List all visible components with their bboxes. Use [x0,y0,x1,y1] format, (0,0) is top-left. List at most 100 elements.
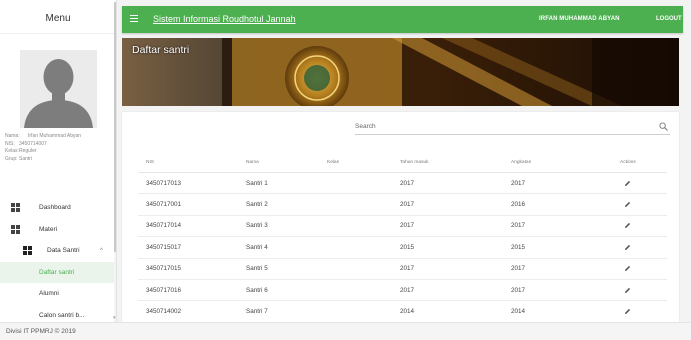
column-header-nis[interactable]: NIS [146,160,154,165]
cell-nama: Santri 7 [246,308,268,316]
user-info-label: Kelas: [5,148,19,154]
edit-button[interactable] [620,308,631,315]
sidebar-item-alumni[interactable]: Alumni [0,283,116,305]
edit-button[interactable] [620,180,631,187]
sidebar-item-daftar-santri[interactable]: Daftar santri [0,261,116,283]
menu-icon[interactable] [130,15,138,22]
cell-tahun-masuk: 2015 [400,243,415,251]
edit-button[interactable] [620,244,631,251]
sidebar-item-dashboard[interactable]: Dashboard [0,197,116,219]
table-row: 3450717016 Santri 6 2017 2017 [138,280,667,302]
search-icon[interactable] [659,122,668,131]
user-info-kelas-row: Kelas: Reguler [5,148,113,156]
table-row: 3450717013 Santri 1 2017 2017 [138,173,667,195]
cell-tahun-masuk: 2017 [400,286,415,294]
user-info-label: Nama: [5,133,20,139]
data-santri-icon [23,246,32,255]
user-name-button[interactable]: IRFAN MUHAMMAD ABYAN [539,16,620,22]
sidebar-item-label: Data Santri [47,247,80,255]
column-header-nama[interactable]: Nama [246,160,259,165]
footer: Divisi IT PPMRJ © 2019 [0,322,691,340]
sidebar-item-label: Alumni [39,290,59,298]
user-info-name-row: Nama: Irfan Muhammad Abyan [5,133,113,141]
column-header-tahun-masuk[interactable]: Tahun masuk [400,160,429,165]
user-info: Nama: Irfan Muhammad Abyan NIS: 34507140… [5,133,113,163]
sidebar-scrollbar-thumb[interactable] [114,2,116,252]
sidebar-scrollbar[interactable] [114,2,116,322]
search-field[interactable]: Search [355,121,670,135]
user-info-grup-row: Grup: Santri [5,156,113,164]
user-info-label: NIS: [5,140,15,147]
chevron-up-icon: ^ [100,247,103,254]
cell-tahun-masuk: 2017 [400,201,415,209]
sidebar-item-materi[interactable]: Materi [0,219,116,241]
column-header-kelas[interactable]: Kelas [327,160,339,165]
quran-banner-image [122,38,679,106]
cell-nis: 3450714002 [146,308,182,316]
table-row: 3450717015 Santri 5 2017 2017 [138,259,667,280]
sidebar: Menu Nama: Irfan Muhammad Abyan NIS: 345… [0,0,117,322]
user-info-value: Irfan Muhammad Abyan [28,133,82,139]
edit-button[interactable] [620,201,631,208]
column-header-actions: Actions [620,160,636,165]
cell-angkatan: 2017 [511,179,526,187]
sidebar-item-data-santri[interactable]: Data Santri ^ [0,240,116,262]
cell-nis: 3450717013 [146,179,182,187]
cell-nama: Santri 3 [246,222,268,230]
edit-button[interactable] [620,265,631,272]
cell-nama: Santri 2 [246,201,268,209]
table-row: 3450717014 Santri 3 2017 2017 [138,216,667,238]
edit-button[interactable] [620,222,631,229]
materi-icon [11,224,20,234]
cell-tahun-masuk: 2017 [400,222,415,230]
sidebar-title: Menu [0,0,116,34]
page-banner: Daftar santri [122,38,679,106]
avatar [20,50,97,128]
pencil-icon [625,244,631,250]
cell-angkatan: 2016 [511,201,526,209]
table-row: 3450715017 Santri 4 2015 2015 [138,237,667,259]
pencil-icon [625,180,631,186]
cell-nis: 3450717014 [146,222,182,230]
table-row: 3450717001 Santri 2 2017 2016 [138,194,667,216]
user-info-value: Reguler [19,148,37,154]
user-info-nis-row: NIS: 3450714007 [5,141,113,149]
dashboard-icon [11,203,20,212]
pencil-icon [625,223,631,229]
cell-angkatan: 2017 [511,286,526,294]
pencil-icon [625,287,631,293]
edit-button[interactable] [620,287,631,294]
cell-angkatan: 2017 [511,222,526,230]
sidebar-item-calon-santri[interactable]: Calon santri b... [0,305,116,323]
scroll-down-arrow-icon[interactable]: ▾ [113,315,116,321]
santri-list-card: Search NIS Nama Kelas Tahun masuk Angkat… [122,112,679,322]
cell-tahun-masuk: 2017 [400,265,415,273]
search-input[interactable]: Search [355,123,376,130]
table-header: NIS Nama Kelas Tahun masuk Angkatan Acti… [138,153,667,173]
table-row: 3450714002 Santri 7 2014 2014 [138,301,667,322]
cell-nis: 3450715017 [146,243,182,251]
cell-nis: 3450717015 [146,265,182,273]
logout-button[interactable]: LOGOUT [656,16,682,22]
cell-tahun-masuk: 2017 [400,179,415,187]
santri-table: NIS Nama Kelas Tahun masuk Angkatan Acti… [138,153,667,322]
cell-angkatan: 2015 [511,243,526,251]
avatar-icon [20,50,97,128]
cell-nis: 3450717016 [146,286,182,294]
cell-tahun-masuk: 2014 [400,308,415,316]
sidebar-item-label: Daftar santri [39,268,75,276]
page-title: Daftar santri [132,44,190,56]
column-header-angkatan[interactable]: Angkatan [511,160,531,165]
cell-nis: 3450717001 [146,201,182,209]
cell-angkatan: 2017 [511,265,526,273]
sidebar-item-label: Calon santri b... [39,311,85,319]
pencil-icon [625,201,631,208]
cell-nama: Santri 1 [246,179,268,187]
sidebar-item-label: Dashboard [39,204,71,212]
cell-angkatan: 2014 [511,308,526,316]
footer-text: Divisi IT PPMRJ © 2019 [6,328,76,335]
app-title-link[interactable]: Sistem Informasi Roudhotul Jannah [153,14,296,24]
top-bar: Sistem Informasi Roudhotul Jannah IRFAN … [122,6,683,33]
user-info-label: Grup: [5,155,18,162]
cell-nama: Santri 4 [246,243,268,251]
